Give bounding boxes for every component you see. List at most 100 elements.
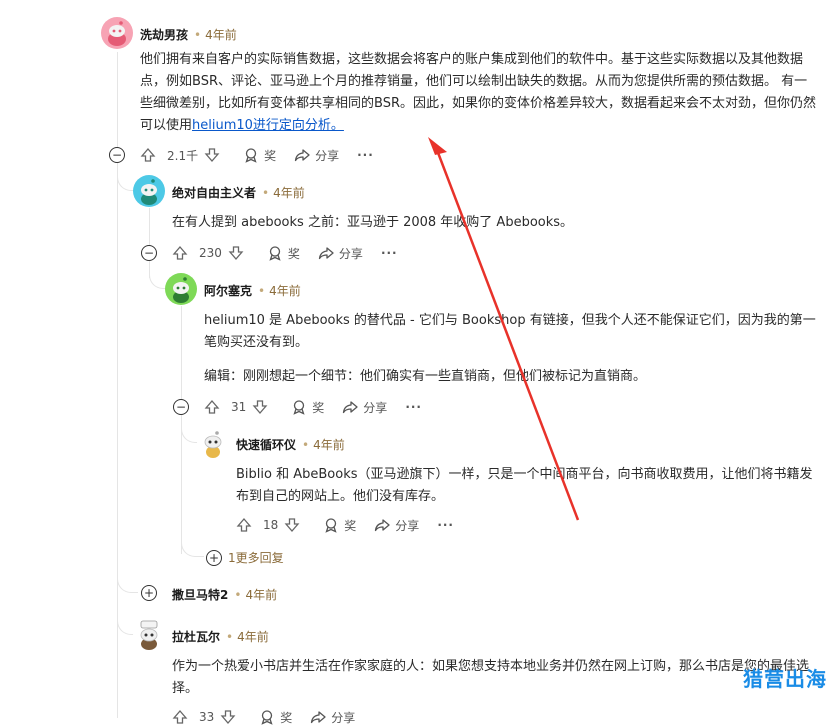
share-button[interactable]: 分享 (294, 147, 339, 164)
comment-actions: 230 奖 分享 ··· (172, 242, 416, 264)
upvote-icon[interactable] (172, 709, 188, 725)
more-options-button[interactable]: ··· (437, 518, 454, 532)
award-label: 奖 (264, 148, 277, 163)
collapse-toggle[interactable]: − (141, 245, 157, 261)
award-icon (245, 148, 257, 163)
thread-line (181, 306, 182, 402)
share-button[interactable]: 分享 (318, 245, 363, 262)
comment-body: 作为一个热爱小书店并生活在作家家庭的人：如果您想支持本地业务并仍然在网上订购，那… (172, 659, 810, 696)
downvote-icon[interactable] (228, 245, 244, 261)
share-button[interactable]: 分享 (342, 399, 387, 416)
comment-paragraph: helium10 是 Abebooks 的替代品 - 它们与 Bookshop … (204, 313, 816, 350)
timestamp: 4年前 (273, 186, 305, 200)
author-name[interactable]: 快速循环仪 (236, 438, 296, 452)
upvote-icon[interactable] (236, 517, 252, 533)
award-button[interactable]: 奖 (291, 399, 324, 416)
expand-icon: + (206, 549, 222, 566)
vote-count: 2.1千 (167, 148, 199, 163)
share-label: 分享 (331, 710, 356, 725)
expand-toggle[interactable]: + (141, 585, 157, 601)
vote-group: 31 (204, 399, 273, 415)
share-label: 分享 (395, 518, 420, 533)
share-button[interactable]: 分享 (374, 517, 419, 534)
snoo-avatar-icon (204, 431, 222, 458)
vote-group: 230 (172, 245, 249, 261)
comment-paragraph: 编辑：刚刚想起一个细节：他们确实有一些直销商，但他们被标记为直销商。 (204, 369, 647, 384)
timestamp: 4年前 (269, 284, 301, 298)
comment-actions: 31 奖 分享 ··· (204, 396, 440, 418)
collapse-toggle[interactable]: − (173, 399, 189, 415)
comment-author-line: 快速循环仪 • 4年前 (236, 438, 345, 452)
award-label: 奖 (344, 518, 357, 533)
more-options-button[interactable]: ··· (381, 246, 398, 260)
comment-body: Biblio 和 AbeBooks（亚马逊旗下）一样，只是一个中间商平台，向书商… (236, 467, 813, 504)
timestamp: 4年前 (205, 28, 237, 42)
vote-group: 33 (172, 709, 241, 725)
award-icon (293, 400, 305, 415)
award-icon (269, 246, 281, 261)
more-replies-label: 1更多回复 (228, 551, 284, 565)
upvote-icon[interactable] (140, 147, 156, 163)
thread-elbow (181, 412, 198, 443)
watermark-logo: 猎营出海 (743, 667, 827, 691)
thread-elbow (117, 562, 138, 593)
vote-count: 33 (199, 710, 215, 724)
comment-body: 他们拥有来自客户的实际销售数据，这些数据会将客户的账户集成到他们的软件中。基于这… (140, 49, 816, 137)
award-icon (261, 710, 273, 725)
share-icon (343, 401, 358, 414)
downvote-icon[interactable] (252, 399, 268, 415)
upvote-icon[interactable] (204, 399, 220, 415)
helium10-link[interactable]: helium10进行定向分析。 (192, 118, 344, 133)
collapse-toggle[interactable]: − (109, 147, 125, 163)
more-replies-button[interactable]: + 1更多回复 (206, 549, 284, 566)
snoo-avatar-icon (140, 620, 158, 650)
author-name[interactable]: 拉杜瓦尔 (172, 630, 220, 644)
upvote-icon[interactable] (172, 245, 188, 261)
comment-body: helium10 是 Abebooks 的替代品 - 它们与 Bookshop … (204, 310, 826, 388)
comment-author-line: 洗劫男孩 • 4年前 (140, 28, 237, 42)
comment-actions: 18 奖 分享 ··· (236, 514, 472, 536)
share-label: 分享 (338, 246, 363, 261)
author-name[interactable]: 绝对自由主义者 (172, 186, 256, 200)
share-icon (375, 519, 390, 532)
author-name[interactable]: 阿尔塞克 (204, 284, 252, 298)
share-button[interactable]: 分享 (310, 709, 355, 726)
comment-author-line: 撒旦马特2 • 4年前 (172, 588, 278, 602)
award-button[interactable]: 奖 (243, 147, 276, 164)
vote-count: 31 (231, 400, 247, 414)
avatar[interactable] (165, 273, 197, 305)
comment-author-line: 绝对自由主义者 • 4年前 (172, 186, 305, 200)
avatar[interactable] (133, 175, 165, 207)
vote-group: 18 (236, 517, 305, 533)
snoo-avatar-icon (108, 21, 126, 46)
author-name[interactable]: 洗劫男孩 (140, 28, 188, 42)
more-options-button[interactable]: ··· (405, 400, 422, 414)
thread-elbow (149, 258, 166, 289)
timestamp: 4年前 (313, 438, 345, 452)
award-button[interactable]: 奖 (259, 709, 292, 726)
downvote-icon[interactable] (220, 709, 236, 725)
award-label: 奖 (312, 400, 325, 415)
author-name[interactable]: 撒旦马特2 (172, 588, 228, 602)
snoo-avatar-icon (173, 277, 189, 303)
comment-author-line: 阿尔塞克 • 4年前 (204, 284, 301, 298)
avatar[interactable] (101, 17, 133, 49)
share-label: 分享 (315, 148, 340, 163)
downvote-icon[interactable] (284, 517, 300, 533)
award-label: 奖 (287, 246, 300, 261)
avatar[interactable] (133, 619, 165, 651)
vote-count: 230 (199, 246, 222, 260)
award-button[interactable]: 奖 (267, 245, 300, 262)
comment-actions: 33 奖 分享 (172, 706, 373, 728)
vote-group: 2.1千 (140, 147, 225, 164)
downvote-icon[interactable] (204, 147, 220, 163)
thread-elbow (117, 602, 134, 635)
more-options-button[interactable]: ··· (357, 148, 374, 162)
comment-author-line: 拉杜瓦尔 • 4年前 (172, 630, 269, 644)
timestamp: 4年前 (245, 588, 278, 602)
share-label: 分享 (363, 400, 388, 415)
share-icon (294, 149, 310, 162)
award-button[interactable]: 奖 (323, 517, 356, 534)
avatar[interactable] (197, 427, 229, 459)
share-icon (311, 711, 326, 724)
